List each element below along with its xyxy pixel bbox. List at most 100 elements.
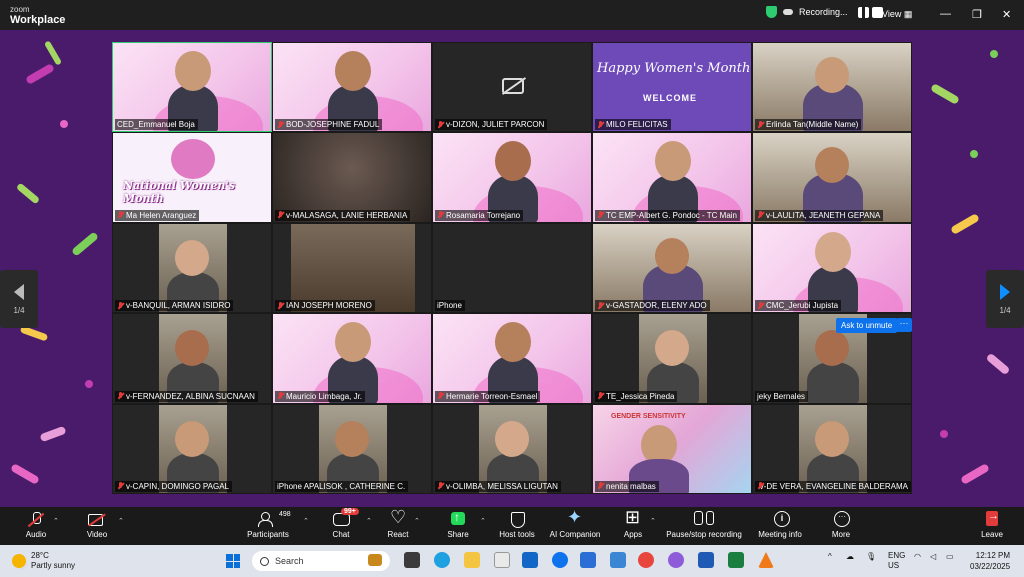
minimize-icon[interactable]: — xyxy=(940,8,951,20)
react-caret-icon[interactable]: ⌃ xyxy=(414,517,420,525)
participant-tile[interactable]: v-MALASAGA, LANIE HERBANIA xyxy=(272,132,432,223)
security-shield-icon[interactable] xyxy=(766,6,777,18)
participant-tile[interactable]: v-BANQUIL, ARMAN ISIDRO xyxy=(112,222,272,314)
participant-tile[interactable]: v-CAPIN, DOMINGO PAGAL xyxy=(112,403,272,494)
tile-more-options-button[interactable]: ··· xyxy=(896,318,912,332)
stop-recording-icon[interactable] xyxy=(871,6,883,18)
participant-name-label: iPhone APALISOK , CATHERINE C. xyxy=(275,480,409,492)
audio-caret-icon[interactable]: ⌃ xyxy=(53,517,59,525)
participant-tile[interactable]: Hermarie Torreon-Esmael xyxy=(432,313,592,404)
participant-tile[interactable]: National Women's Month Ma Helen Aranguez xyxy=(112,132,272,223)
participant-name-label: IAN JOSEPH MORENO xyxy=(275,300,375,312)
zoom-app-icon[interactable] xyxy=(552,552,568,568)
participant-tile[interactable]: TC EMP-Albert G. Pondoc - TC Main xyxy=(592,132,752,223)
mic-muted-icon xyxy=(437,211,444,219)
windows-start-icon[interactable] xyxy=(226,554,240,568)
close-icon[interactable]: ✕ xyxy=(1002,8,1011,21)
ai-companion-sparkle-icon xyxy=(565,507,585,528)
pause-stop-recording-button[interactable]: Pause/stop recording xyxy=(659,511,749,539)
participant-tile[interactable]: CMC_Jerubi Jupista xyxy=(752,222,912,314)
participant-face xyxy=(335,420,369,457)
participant-tile[interactable]: GENDER SENSITIVITY nenita malbas xyxy=(592,403,752,494)
audio-button[interactable]: Audio xyxy=(1,511,71,539)
participant-face xyxy=(175,420,209,457)
participant-name-label: MILO FELICITAS xyxy=(595,119,671,131)
wifi-icon[interactable]: ◠ xyxy=(914,552,921,561)
view-button[interactable]: View ▦ xyxy=(882,9,912,20)
participant-face xyxy=(815,420,849,457)
participant-count: 498 xyxy=(279,511,291,518)
file-explorer-icon[interactable] xyxy=(464,552,480,568)
battery-icon[interactable]: ▭ xyxy=(946,552,954,561)
leave-button[interactable]: Leave xyxy=(957,510,1024,539)
participant-name-label: TE_Jessica Pineda xyxy=(595,390,678,402)
prev-page-button[interactable]: 1/4 xyxy=(0,270,38,328)
participant-tile[interactable]: v-GASTADOR, ELENY ADO xyxy=(592,222,752,314)
messenger-icon[interactable] xyxy=(668,552,684,568)
participant-tile[interactable]: TE_Jessica Pineda xyxy=(592,313,752,404)
participant-tile[interactable]: IAN JOSEPH MORENO xyxy=(272,222,432,314)
participant-name-label: v-GASTADOR, ELENY ADO xyxy=(595,300,710,312)
participant-tile[interactable]: v-DIZON, JULIET PARCON xyxy=(432,42,592,133)
participant-tile[interactable]: Mauricio Limbaga, Jr. xyxy=(272,313,432,404)
more-dots-icon xyxy=(831,511,851,527)
recording-indicator: Recording... xyxy=(766,6,883,18)
clock[interactable]: 12:12 PM 03/22/2025 xyxy=(970,550,1010,572)
chrome-icon[interactable] xyxy=(638,552,654,568)
participant-face xyxy=(335,51,371,91)
participants-button[interactable]: 498 Participants xyxy=(233,511,303,539)
task-view-icon[interactable] xyxy=(404,552,420,568)
participant-name-label: Erlinda Tan(Middle Name) xyxy=(755,119,862,131)
participant-tile[interactable]: CED_Emmanuel Boja xyxy=(112,42,272,133)
mic-muted-icon xyxy=(757,211,764,219)
excel-icon[interactable] xyxy=(728,552,744,568)
video-caret-icon[interactable]: ⌃ xyxy=(118,517,124,525)
outlook-icon[interactable] xyxy=(522,552,538,568)
mic-muted-icon xyxy=(277,120,284,129)
meeting-info-button[interactable]: Meeting info xyxy=(745,511,815,539)
tray-chevron-icon[interactable]: ^ xyxy=(828,552,832,561)
volume-icon[interactable]: ◁ xyxy=(930,552,936,561)
participant-tile[interactable]: Happy Women's Month WELCOME MILO FELICITAS xyxy=(592,42,752,133)
participant-tile[interactable]: v-LAULITA, JEANETH GEPANA xyxy=(752,132,912,223)
participant-name-label: BOD-JOSEPHINE FADUL xyxy=(275,119,383,131)
participant-name-label: jeky Bernales xyxy=(755,390,809,402)
cloud-tray-icon[interactable]: ☁ xyxy=(846,552,854,561)
mic-tray-icon[interactable]: 🎙 xyxy=(866,552,876,561)
calendar-icon[interactable] xyxy=(580,552,596,568)
word-icon[interactable] xyxy=(698,552,714,568)
pause-stop-icon xyxy=(694,511,714,527)
participant-tile[interactable]: v-DE VERA, EVANGELINE BALDERAMA xyxy=(752,403,912,494)
apps-caret-icon[interactable]: ⌃ xyxy=(650,517,656,525)
confetti-decoration xyxy=(970,150,978,158)
participant-tile[interactable]: Rosamaria Torrejano xyxy=(432,132,592,223)
restore-icon[interactable]: ❐ xyxy=(972,8,982,21)
briefcase-icon[interactable] xyxy=(368,554,382,566)
weather-widget[interactable]: 28°C Partly sunny xyxy=(12,551,75,571)
participant-tile[interactable]: iPhone xyxy=(432,222,592,314)
photos-icon[interactable] xyxy=(610,552,626,568)
mic-muted-icon xyxy=(757,120,764,129)
participant-face xyxy=(495,420,529,457)
store-icon[interactable] xyxy=(494,552,510,568)
participant-tile[interactable]: Erlinda Tan(Middle Name) xyxy=(752,42,912,133)
participant-tile[interactable]: v-FERNANDEZ, ALBINA SUCNAAN xyxy=(112,313,272,404)
participant-face xyxy=(655,237,689,274)
vlc-icon[interactable] xyxy=(758,552,774,568)
edge-browser-icon[interactable] xyxy=(434,552,450,568)
participant-name-label: Ma Helen Aranguez xyxy=(115,209,200,221)
language-indicator[interactable]: ENG US xyxy=(888,551,905,571)
search-icon xyxy=(260,556,269,566)
participant-tile[interactable]: v-OLIMBA, MELISSA LIGUTAN xyxy=(432,403,592,494)
participant-tile[interactable]: BOD-JOSEPHINE FADUL xyxy=(272,42,432,133)
apps-button[interactable]: Apps xyxy=(598,507,668,539)
more-button[interactable]: More xyxy=(806,511,876,539)
next-page-button[interactable]: 1/4 xyxy=(986,270,1024,328)
mic-muted-icon xyxy=(597,301,604,310)
video-button[interactable]: Video xyxy=(62,511,132,539)
pause-recording-icon[interactable] xyxy=(857,6,869,18)
participant-name-label: CMC_Jerubi Jupista xyxy=(755,300,842,312)
ask-to-unmute-button[interactable]: Ask to unmute xyxy=(836,318,898,333)
gallery-stage: 1/4 1/4 CED_Emmanuel Boja BOD-JOSEPHINE F… xyxy=(0,30,1024,507)
participant-tile[interactable]: iPhone APALISOK , CATHERINE C. xyxy=(272,403,432,494)
